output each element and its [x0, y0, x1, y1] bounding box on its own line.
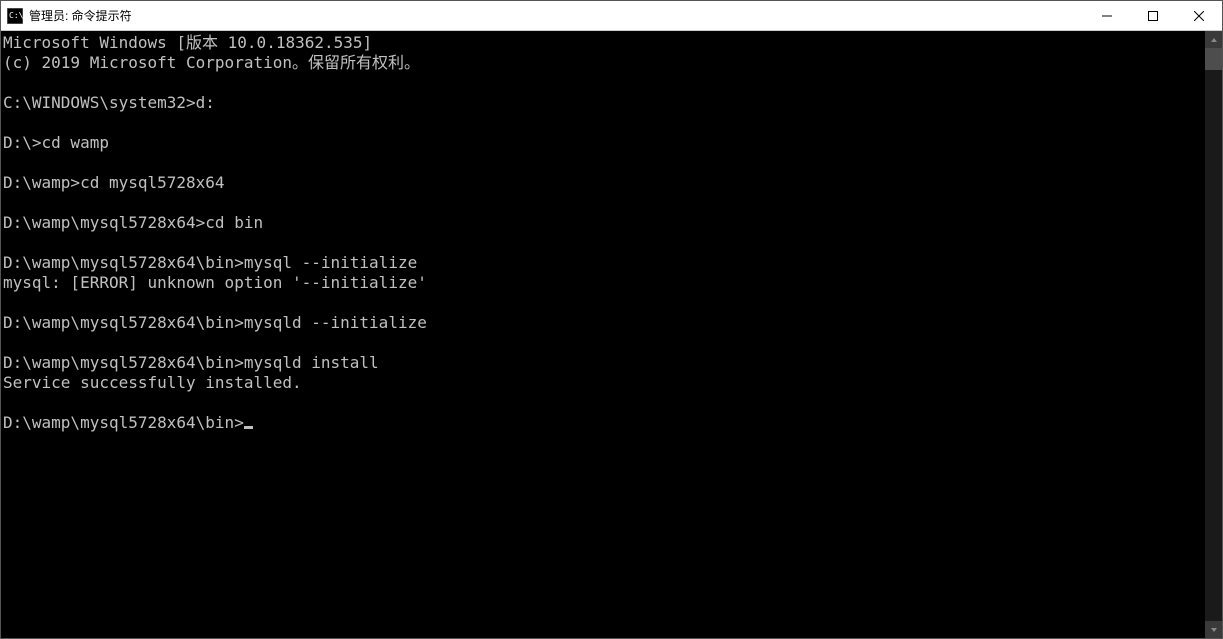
console-line: D:\wamp\mysql5728x64\bin>mysqld install — [3, 353, 1205, 373]
console-line — [3, 393, 1205, 413]
titlebar-left: C:\ 管理员: 命令提示符 — [1, 7, 132, 24]
vertical-scrollbar[interactable] — [1205, 31, 1222, 638]
scroll-track[interactable] — [1205, 48, 1222, 621]
window-titlebar: C:\ 管理员: 命令提示符 — [1, 1, 1222, 31]
console-line — [3, 113, 1205, 133]
svg-text:C:\: C:\ — [9, 11, 23, 20]
scroll-thumb[interactable] — [1205, 48, 1222, 70]
console-output[interactable]: Microsoft Windows [版本 10.0.18362.535](c)… — [1, 31, 1205, 638]
console-line: Microsoft Windows [版本 10.0.18362.535] — [3, 33, 1205, 53]
console-line — [3, 193, 1205, 213]
maximize-button[interactable] — [1130, 1, 1176, 30]
close-button[interactable] — [1176, 1, 1222, 30]
console-line: Service successfully installed. — [3, 373, 1205, 393]
cmd-icon: C:\ — [7, 8, 23, 24]
console-line: mysql: [ERROR] unknown option '--initial… — [3, 273, 1205, 293]
scroll-up-button[interactable] — [1205, 31, 1222, 48]
console-line: (c) 2019 Microsoft Corporation。保留所有权利。 — [3, 53, 1205, 73]
console-line: C:\WINDOWS\system32>d: — [3, 93, 1205, 113]
minimize-button[interactable] — [1084, 1, 1130, 30]
cursor — [244, 426, 253, 429]
console-area: Microsoft Windows [版本 10.0.18362.535](c)… — [1, 31, 1222, 638]
window-title: 管理员: 命令提示符 — [29, 7, 132, 24]
console-line: D:\wamp\mysql5728x64\bin>mysqld --initia… — [3, 313, 1205, 333]
console-line — [3, 73, 1205, 93]
console-line — [3, 233, 1205, 253]
console-line: D:\wamp>cd mysql5728x64 — [3, 173, 1205, 193]
console-line — [3, 153, 1205, 173]
console-line: D:\wamp\mysql5728x64>cd bin — [3, 213, 1205, 233]
console-line: D:\>cd wamp — [3, 133, 1205, 153]
scroll-down-button[interactable] — [1205, 621, 1222, 638]
console-line — [3, 293, 1205, 313]
console-line: D:\wamp\mysql5728x64\bin> — [3, 413, 1205, 433]
console-line — [3, 333, 1205, 353]
console-line: D:\wamp\mysql5728x64\bin>mysql --initial… — [3, 253, 1205, 273]
window-controls — [1084, 1, 1222, 30]
